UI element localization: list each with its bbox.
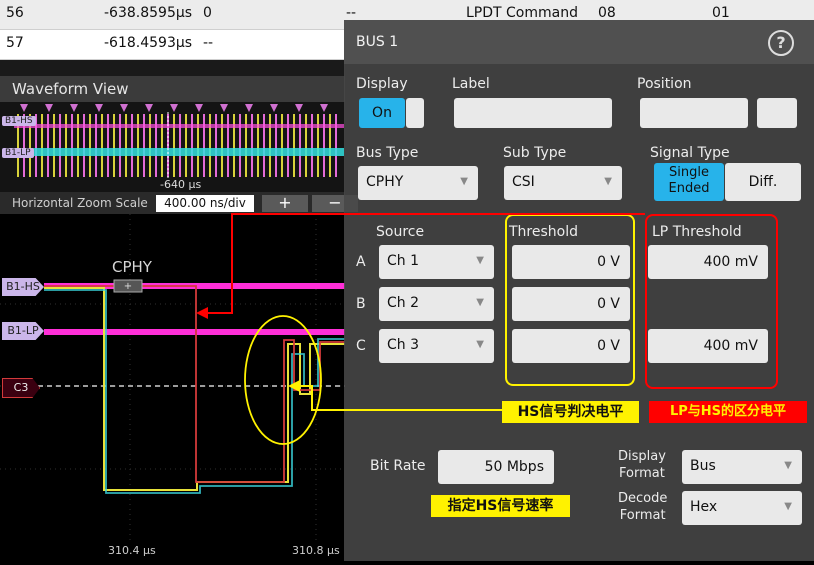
decode-format-label: Decode Format	[618, 490, 667, 524]
decode-format-select[interactable]: Hex ▼	[682, 491, 802, 525]
decode-format-label-line2: Format	[619, 508, 666, 523]
bit-rate-value: 50 Mbps	[484, 459, 544, 475]
chevron-down-icon: ▼	[784, 501, 792, 512]
annotation-hs-threshold: HS信号判决电平	[502, 401, 639, 423]
decode-format-value: Hex	[690, 499, 718, 515]
display-format-value: Bus	[690, 458, 716, 474]
chevron-down-icon: ▼	[784, 460, 792, 471]
display-format-label: Display Format	[618, 448, 666, 482]
annotation-lp-hs: LP与HS的区分电平	[649, 401, 807, 423]
bit-rate-label: Bit Rate	[370, 458, 426, 474]
display-format-label-line2: Format	[619, 466, 665, 481]
decode-format-label-line1: Decode	[618, 491, 668, 506]
annotation-bit-rate: 指定HS信号速率	[431, 495, 570, 517]
display-format-select[interactable]: Bus ▼	[682, 450, 802, 484]
bit-rate-field[interactable]: 50 Mbps	[438, 450, 554, 484]
display-format-label-line1: Display	[618, 449, 666, 464]
